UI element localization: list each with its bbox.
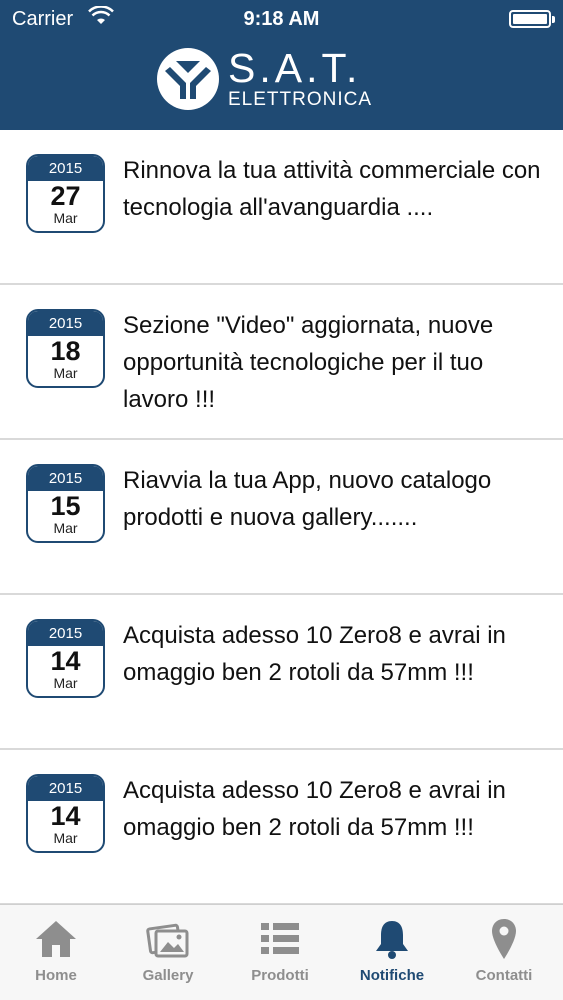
brand-logo: S.A.T. ELETTRONICA	[156, 45, 412, 113]
tab-prodotti[interactable]: Prodotti	[224, 905, 336, 1000]
tab-gallery[interactable]: Gallery	[112, 905, 224, 1000]
tab-label: Prodotti	[251, 967, 309, 984]
notification-text: Riavvia la tua App, nuovo catalogo prodo…	[123, 467, 492, 531]
date-month: Mar	[53, 675, 78, 691]
tab-label: Home	[35, 967, 77, 984]
location-pin-icon	[492, 919, 516, 959]
logo-mark-icon	[157, 48, 219, 110]
notification-text: Sezione "Video" aggiornata, nuove opport…	[123, 312, 494, 413]
date-month: Mar	[53, 365, 78, 381]
tab-notifiche[interactable]: Notifiche	[336, 905, 448, 1000]
date-day: 18	[50, 336, 81, 366]
brand-subtitle: ELETTRONICA	[228, 89, 373, 110]
date-badge: 2015 15 Mar	[26, 464, 105, 543]
notification-item[interactable]: 2015 14 Mar Acquista adesso 10 Zero8 e a…	[0, 750, 563, 904]
bell-icon	[376, 921, 408, 959]
gallery-icon	[146, 923, 189, 958]
date-day: 27	[50, 181, 81, 211]
date-month: Mar	[53, 830, 78, 846]
date-day: 15	[50, 491, 81, 521]
notification-item[interactable]: 2015 15 Mar Riavvia la tua App, nuovo ca…	[0, 440, 563, 595]
date-year: 2015	[28, 466, 103, 491]
date-day: 14	[50, 801, 81, 831]
battery-icon	[509, 10, 555, 28]
clock: 9:18 AM	[243, 8, 320, 30]
tab-bar: Home Gallery Prodotti Notifiche Contatti	[0, 904, 563, 1000]
date-month: Mar	[53, 520, 78, 536]
date-day: 14	[50, 646, 81, 676]
date-badge: 2015 14 Mar	[26, 619, 105, 698]
date-badge: 2015 14 Mar	[26, 774, 105, 853]
tab-label: Contatti	[475, 967, 533, 984]
home-icon	[36, 921, 76, 957]
date-year: 2015	[28, 776, 103, 801]
brand-title: S.A.T.	[228, 45, 362, 91]
notification-text: Rinnova la tua attività commerciale con …	[123, 157, 541, 221]
date-month: Mar	[53, 210, 78, 226]
app-header: Carrier 9:18 AM S.A.T. ELETTRONICA	[0, 0, 563, 130]
tab-label: Gallery	[142, 967, 194, 984]
tab-label: Notifiche	[359, 967, 425, 984]
tab-home[interactable]: Home	[0, 905, 112, 1000]
tab-contatti[interactable]: Contatti	[448, 905, 560, 1000]
date-badge: 2015 27 Mar	[26, 154, 105, 233]
notification-text: Acquista adesso 10 Zero8 e avrai in omag…	[123, 622, 506, 686]
notification-list: 2015 27 Mar Rinnova la tua attività comm…	[0, 130, 563, 904]
notification-item[interactable]: 2015 18 Mar Sezione "Video" aggiornata, …	[0, 285, 563, 440]
date-year: 2015	[28, 156, 103, 181]
status-bar: Carrier 9:18 AM	[0, 0, 563, 38]
notification-item[interactable]: 2015 14 Mar Acquista adesso 10 Zero8 e a…	[0, 595, 563, 750]
date-badge: 2015 18 Mar	[26, 309, 105, 388]
notification-item[interactable]: 2015 27 Mar Rinnova la tua attività comm…	[0, 130, 563, 285]
notification-text: Acquista adesso 10 Zero8 e avrai in omag…	[123, 777, 506, 841]
list-icon	[261, 923, 299, 954]
date-year: 2015	[28, 311, 103, 336]
date-year: 2015	[28, 621, 103, 646]
